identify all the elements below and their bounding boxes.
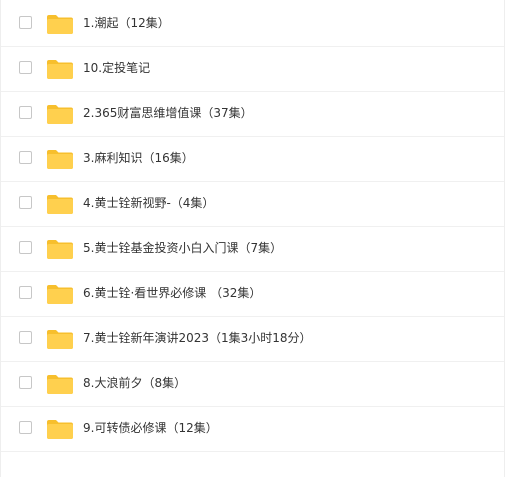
list-item[interactable]: 10.定投笔记	[1, 47, 504, 92]
file-name[interactable]: 1.潮起（12集）	[83, 15, 170, 31]
folder-icon	[47, 375, 73, 394]
list-item[interactable]: 5.黄士铨基金投资小白入门课（7集）	[1, 227, 504, 272]
folder-icon	[47, 240, 73, 259]
row-checkbox[interactable]	[19, 286, 32, 299]
row-checkbox[interactable]	[19, 376, 32, 389]
file-name[interactable]: 5.黄士铨基金投资小白入门课（7集）	[83, 240, 282, 256]
list-item[interactable]: 7.黄士铨新年演讲2023（1集3小时18分）	[1, 317, 504, 362]
file-name[interactable]: 3.麻利知识（16集）	[83, 150, 194, 166]
file-name[interactable]: 9.可转债必修课（12集）	[83, 420, 218, 436]
file-name[interactable]: 2.365财富思维增值课（37集）	[83, 105, 253, 121]
file-name[interactable]: 7.黄士铨新年演讲2023（1集3小时18分）	[83, 330, 312, 346]
folder-icon	[47, 330, 73, 349]
list-item[interactable]: 3.麻利知识（16集）	[1, 137, 504, 182]
list-item[interactable]: 1.潮起（12集）	[1, 2, 504, 47]
row-checkbox[interactable]	[19, 331, 32, 344]
folder-icon	[47, 420, 73, 439]
folder-icon	[47, 15, 73, 34]
row-checkbox[interactable]	[19, 196, 32, 209]
file-name[interactable]: 4.黄士铨新视野-（4集）	[83, 195, 214, 211]
list-item[interactable]: 2.365财富思维增值课（37集）	[1, 92, 504, 137]
list-item[interactable]: 8.大浪前夕（8集）	[1, 362, 504, 407]
file-name[interactable]: 6.黄士铨·看世界必修课 （32集）	[83, 285, 261, 301]
file-list-panel: 1.潮起（12集） 10.定投笔记 2.365财富思维增值课（37集） 3.麻利…	[0, 0, 505, 477]
row-checkbox[interactable]	[19, 421, 32, 434]
file-name[interactable]: 10.定投笔记	[83, 60, 150, 76]
folder-icon	[47, 150, 73, 169]
row-checkbox[interactable]	[19, 106, 32, 119]
row-checkbox[interactable]	[19, 61, 32, 74]
list-item[interactable]: 9.可转债必修课（12集）	[1, 407, 504, 452]
file-list: 1.潮起（12集） 10.定投笔记 2.365财富思维增值课（37集） 3.麻利…	[1, 2, 504, 452]
row-checkbox[interactable]	[19, 16, 32, 29]
file-name[interactable]: 8.大浪前夕（8集）	[83, 375, 186, 391]
folder-icon	[47, 105, 73, 124]
folder-icon	[47, 195, 73, 214]
folder-icon	[47, 285, 73, 304]
list-item[interactable]: 6.黄士铨·看世界必修课 （32集）	[1, 272, 504, 317]
folder-icon	[47, 60, 73, 79]
row-checkbox[interactable]	[19, 241, 32, 254]
list-item[interactable]: 4.黄士铨新视野-（4集）	[1, 182, 504, 227]
row-checkbox[interactable]	[19, 151, 32, 164]
